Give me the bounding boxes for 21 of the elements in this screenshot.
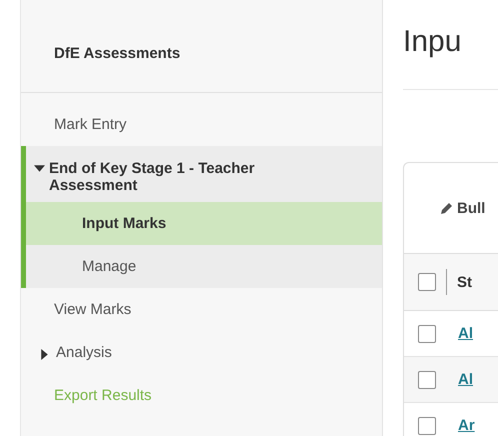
nav-item-label: Analysis	[56, 344, 112, 361]
student-link[interactable]: Ar	[458, 417, 475, 434]
nav-subitem[interactable]: Input Marks	[26, 202, 382, 245]
nav-group-header[interactable]: End of Key Stage 1 - Teacher Assessment	[26, 146, 382, 202]
checkbox[interactable]	[418, 416, 436, 434]
nav-item[interactable]: Analysis	[21, 331, 382, 374]
sidebar-title: DfE Assessments	[54, 44, 180, 62]
bulk-button[interactable]: Bull	[440, 200, 486, 216]
pencil-icon	[440, 201, 454, 215]
student-link[interactable]: Al	[458, 371, 473, 388]
nav-item[interactable]: View Marks	[21, 288, 382, 331]
nav-subitem[interactable]: Manage	[26, 245, 382, 288]
checkbox[interactable]	[418, 324, 436, 342]
column-header: St	[457, 274, 472, 290]
page-title: Inpu	[403, 25, 462, 60]
student-link[interactable]: Al	[458, 325, 473, 342]
checkbox[interactable]	[418, 370, 436, 388]
caret-down-icon	[34, 163, 45, 174]
caret-right-icon	[39, 348, 50, 360]
checkbox[interactable]	[418, 273, 436, 291]
nav-item[interactable]: Mark Entry	[21, 103, 382, 146]
